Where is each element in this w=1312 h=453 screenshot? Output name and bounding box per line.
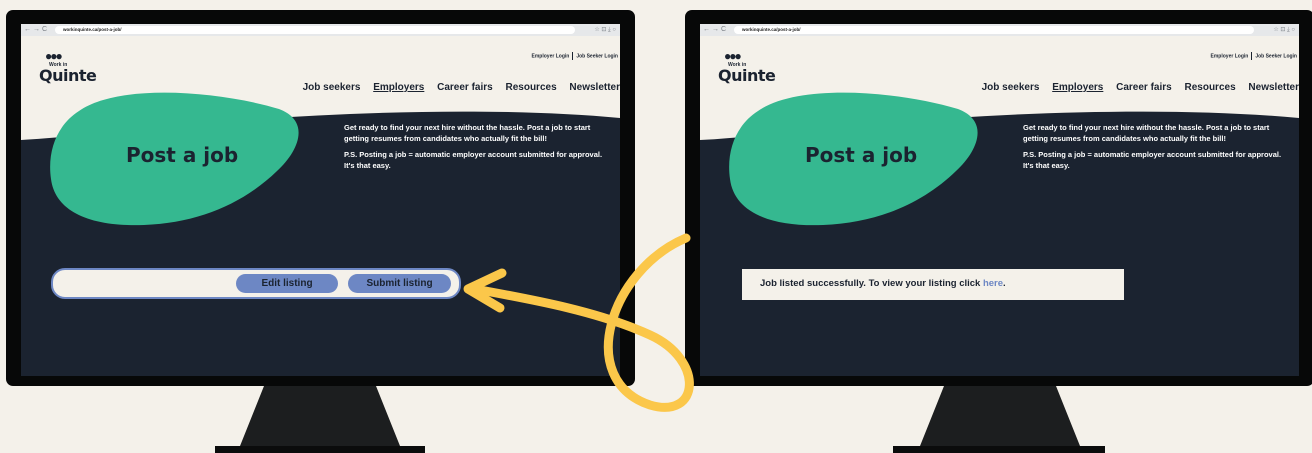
site-logo[interactable]: ●●● Work in Quinte — [39, 49, 97, 90]
page-title: Post a job — [805, 143, 918, 167]
url-text: workinquinte.ca/post-a-job/ — [742, 27, 801, 32]
employer-login-link[interactable]: Employer Login — [1211, 53, 1249, 59]
monitor-base-left — [215, 446, 425, 453]
jobseeker-login-link[interactable]: Job Seeker Login — [576, 53, 618, 59]
success-message-text: Job listed successfully. To view your li… — [760, 278, 983, 289]
nav-career-fairs[interactable]: Career fairs — [1116, 82, 1172, 93]
monitor-before: ← → C workinquinte.ca/post-a-job/ ☆ ⊡ ⤓ … — [6, 10, 635, 386]
success-text: Job listed successfully. To view your li… — [760, 278, 1006, 289]
main-nav: Job seekers Employers Career fairs Resou… — [293, 82, 620, 93]
nav-employers[interactable]: Employers — [373, 82, 424, 93]
hero-description: Get ready to find your next hire without… — [1023, 123, 1283, 177]
reload-icon[interactable]: C — [42, 25, 47, 35]
logo-name: Quinte — [39, 66, 97, 85]
hero-paragraph-2: P.S. Posting a job = automatic employer … — [1023, 150, 1282, 170]
hero-description: Get ready to find your next hire without… — [344, 123, 604, 177]
nav-newsletter[interactable]: Newsletter — [1248, 82, 1299, 93]
browser-actions-icon[interactable]: ☆ ⊡ ⤓ ○ — [594, 25, 616, 35]
reload-icon[interactable]: C — [721, 25, 726, 35]
screen-after: ← → C workinquinte.ca/post-a-job/ ☆ ⊡ ⤓ … — [700, 24, 1299, 376]
monitor-stand-left — [240, 386, 400, 446]
hero-paragraph-1: Get ready to find your next hire without… — [1023, 123, 1270, 143]
nav-resources[interactable]: Resources — [1185, 82, 1236, 93]
back-icon[interactable]: ← — [24, 25, 31, 35]
nav-job-seekers[interactable]: Job seekers — [982, 82, 1040, 93]
url-text: workinquinte.ca/post-a-job/ — [63, 27, 122, 32]
people-icon: ●●● — [45, 49, 63, 63]
success-message: Job listed successfully. To view your li… — [742, 269, 1124, 300]
browser-actions-icon[interactable]: ☆ ⊡ ⤓ ○ — [1273, 25, 1295, 35]
monitor-base-right — [893, 446, 1105, 453]
nav-resources[interactable]: Resources — [506, 82, 557, 93]
listing-actions-bar: Edit listing Submit listing — [51, 268, 461, 299]
nav-newsletter[interactable]: Newsletter — [569, 82, 620, 93]
edit-listing-button[interactable]: Edit listing — [236, 274, 338, 293]
success-tail: . — [1003, 278, 1006, 289]
logo-name: Quinte — [718, 66, 776, 85]
nav-job-seekers[interactable]: Job seekers — [303, 82, 361, 93]
jobseeker-login-link[interactable]: Job Seeker Login — [1255, 53, 1297, 59]
monitor-stand-right — [920, 386, 1080, 446]
address-bar[interactable]: workinquinte.ca/post-a-job/ — [734, 26, 1254, 34]
nav-career-fairs[interactable]: Career fairs — [437, 82, 493, 93]
screen-before: ← → C workinquinte.ca/post-a-job/ ☆ ⊡ ⤓ … — [21, 24, 620, 376]
page-title: Post a job — [126, 143, 239, 167]
site-logo[interactable]: ●●● Work in Quinte — [718, 49, 776, 90]
back-icon[interactable]: ← — [703, 25, 710, 35]
monitor-after: ← → C workinquinte.ca/post-a-job/ ☆ ⊡ ⤓ … — [685, 10, 1312, 386]
people-icon: ●●● — [724, 49, 742, 63]
address-bar[interactable]: workinquinte.ca/post-a-job/ — [55, 26, 575, 34]
hero-paragraph-2: P.S. Posting a job = automatic employer … — [344, 150, 603, 170]
forward-icon[interactable]: → — [712, 25, 719, 35]
forward-icon[interactable]: → — [33, 25, 40, 35]
view-listing-link[interactable]: here — [983, 278, 1003, 289]
employer-login-link[interactable]: Employer Login — [532, 53, 570, 59]
main-nav: Job seekers Employers Career fairs Resou… — [972, 82, 1299, 93]
login-links: Employer Login Job Seeker Login — [1211, 52, 1297, 60]
hero-paragraph-1: Get ready to find your next hire without… — [344, 123, 591, 143]
nav-employers[interactable]: Employers — [1052, 82, 1103, 93]
submit-listing-button[interactable]: Submit listing — [348, 274, 451, 293]
login-links: Employer Login Job Seeker Login — [532, 52, 618, 60]
